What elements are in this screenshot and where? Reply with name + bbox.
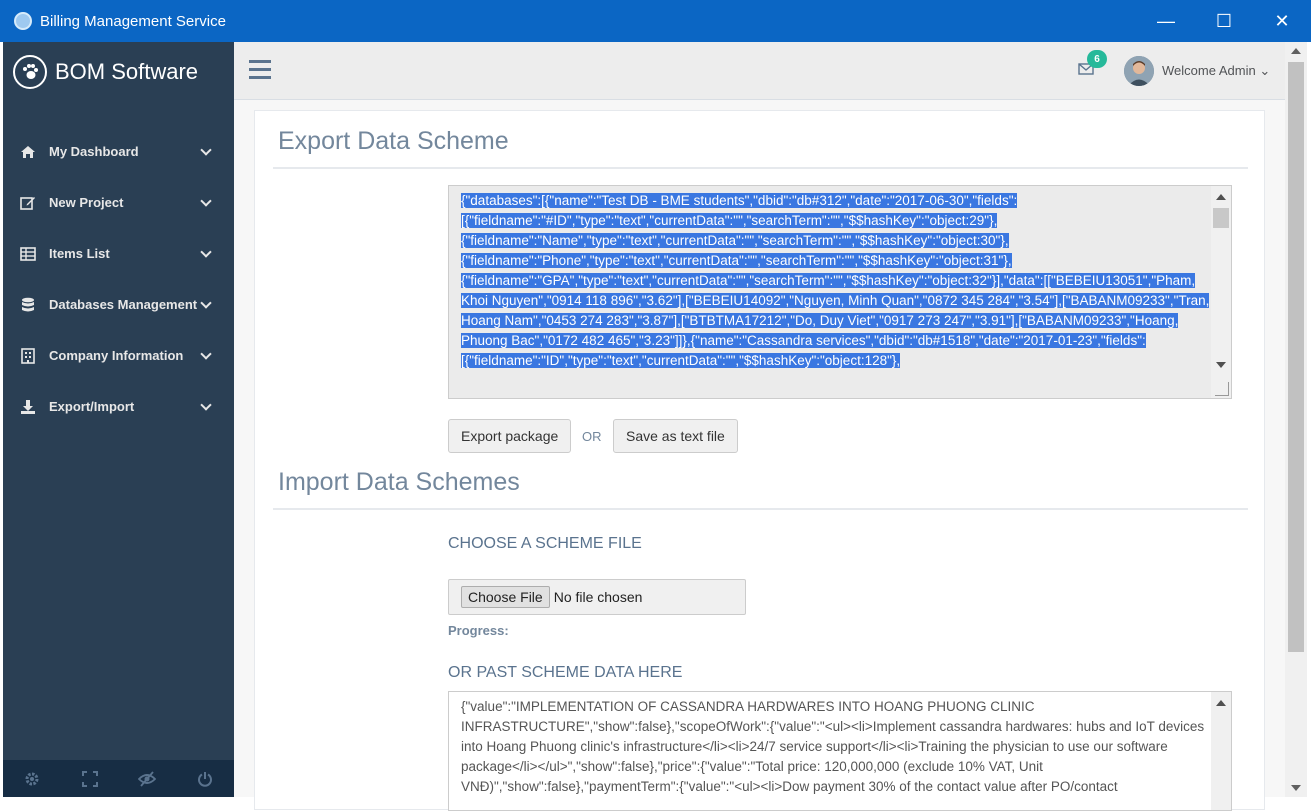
table-icon — [19, 246, 37, 262]
import-data-text: {"value":"IMPLEMENTATION OF CASSANDRA HA… — [461, 699, 1205, 794]
app-icon — [14, 12, 32, 30]
chevron-down-icon — [200, 144, 212, 156]
sidebar-item-label: Export/Import — [49, 399, 135, 414]
chevron-down-icon — [200, 195, 212, 207]
minimize-button[interactable]: — — [1137, 0, 1195, 42]
download-icon — [19, 399, 37, 415]
window-scrollbar[interactable] — [1285, 42, 1307, 797]
sidebar-footer — [3, 760, 234, 797]
or-label: OR — [582, 429, 602, 444]
window-controls: — ☐ ✕ — [1137, 0, 1311, 42]
import-divider — [273, 508, 1248, 510]
maximize-button[interactable]: ☐ — [1195, 0, 1253, 42]
sidebar-item-databases[interactable]: Databases Management — [3, 279, 234, 330]
sidebar-item-export-import[interactable]: Export/Import — [3, 381, 234, 432]
mail-count-badge: 6 — [1087, 50, 1107, 68]
sidebar-item-items-list[interactable]: Items List — [3, 228, 234, 279]
scroll-up-icon[interactable] — [1216, 700, 1226, 706]
window-title: Billing Management Service — [40, 12, 226, 30]
sidebar: BOM Software My Dashboard New Project It… — [3, 42, 234, 797]
sidebar-item-label: Databases Management — [49, 297, 198, 312]
paw-icon — [13, 55, 47, 89]
sidebar-item-label: My Dashboard — [49, 144, 139, 159]
sidebar-item-dashboard[interactable]: My Dashboard — [3, 126, 234, 177]
building-icon — [19, 347, 37, 364]
sidebar-item-label: New Project — [49, 195, 124, 210]
user-menu[interactable]: Welcome Admin ⌄ — [1162, 63, 1270, 79]
export-package-button[interactable]: Export package — [448, 419, 572, 453]
welcome-label: Welcome Admin — [1162, 63, 1256, 78]
avatar[interactable] — [1124, 56, 1154, 86]
export-title: Export Data Scheme — [278, 127, 509, 155]
menu-toggle-icon[interactable] — [249, 60, 271, 84]
window-titlebar: Billing Management Service — ☐ ✕ — [0, 0, 1311, 42]
power-icon[interactable] — [176, 760, 234, 797]
chevron-down-icon — [200, 246, 212, 258]
chevron-down-icon — [200, 399, 212, 411]
scrollbar-thumb[interactable] — [1213, 208, 1229, 228]
close-button[interactable]: ✕ — [1253, 0, 1311, 42]
brand[interactable]: BOM Software — [3, 42, 234, 102]
chevron-down-icon — [200, 348, 212, 360]
export-divider — [273, 167, 1248, 169]
sidebar-menu: My Dashboard New Project Items List Data… — [3, 126, 234, 432]
sidebar-item-label: Company Information — [49, 348, 184, 363]
main-content: Export Data Scheme {"databases":[{"name"… — [234, 100, 1285, 811]
progress-label: Progress: — [448, 623, 509, 638]
paste-scheme-label: OR PAST SCHEME DATA HERE — [448, 664, 683, 681]
textarea-scrollbar[interactable] — [1211, 186, 1231, 398]
scroll-up-icon[interactable] — [1216, 194, 1226, 200]
save-text-file-button[interactable]: Save as text file — [613, 419, 738, 453]
sidebar-item-new-project[interactable]: New Project — [3, 177, 234, 228]
export-data-textarea[interactable]: {"databases":[{"name":"Test DB - BME stu… — [448, 185, 1232, 399]
brand-name: BOM Software — [55, 59, 199, 84]
home-icon — [19, 144, 37, 160]
eye-slash-icon[interactable] — [119, 760, 177, 797]
textarea-scrollbar[interactable] — [1211, 692, 1231, 810]
export-data-text: {"databases":[{"name":"Test DB - BME stu… — [461, 193, 1210, 368]
settings-icon[interactable] — [3, 760, 61, 797]
scheme-file-input[interactable]: Choose File No file chosen — [448, 579, 746, 615]
import-data-textarea[interactable]: {"value":"IMPLEMENTATION OF CASSANDRA HA… — [448, 691, 1232, 811]
sidebar-item-company[interactable]: Company Information — [3, 330, 234, 381]
chevron-down-icon — [200, 297, 212, 309]
resize-handle[interactable] — [1215, 382, 1229, 396]
import-title: Import Data Schemes — [278, 468, 520, 496]
choose-file-button[interactable]: Choose File — [461, 586, 550, 608]
chevron-down-icon: ⌄ — [1259, 63, 1271, 78]
sidebar-item-label: Items List — [49, 246, 110, 261]
top-navbar: 6 Welcome Admin ⌄ — [234, 42, 1285, 100]
scroll-up-icon[interactable] — [1291, 48, 1301, 54]
fullscreen-icon[interactable] — [61, 760, 119, 797]
scrollbar-thumb[interactable] — [1288, 62, 1304, 652]
content-panel: Export Data Scheme {"databases":[{"name"… — [254, 110, 1265, 811]
database-icon — [19, 297, 37, 313]
edit-icon — [19, 195, 37, 211]
choose-scheme-label: CHOOSE A SCHEME FILE — [448, 535, 642, 552]
file-status: No file chosen — [553, 589, 643, 605]
scroll-down-icon[interactable] — [1291, 785, 1301, 791]
scroll-down-icon[interactable] — [1216, 362, 1226, 368]
